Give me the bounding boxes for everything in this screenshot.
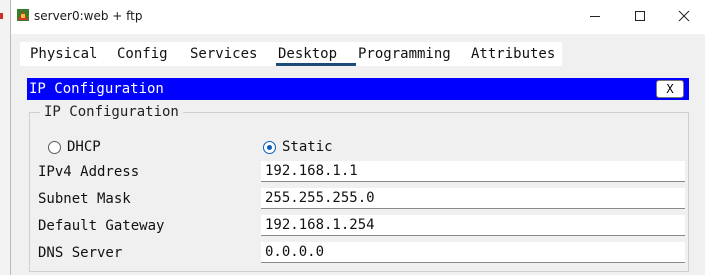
maximize-button[interactable] bbox=[617, 0, 662, 32]
background-app-marker bbox=[0, 13, 3, 19]
ip-config-header: IP Configuration X bbox=[27, 78, 689, 100]
minimize-button[interactable] bbox=[572, 0, 617, 32]
close-icon bbox=[678, 10, 689, 22]
active-tab-indicator bbox=[276, 63, 356, 66]
ipv4-label: IPv4 Address bbox=[38, 164, 140, 180]
title-bar[interactable]: server0:web + ftp bbox=[11, 0, 705, 34]
maximize-icon bbox=[634, 11, 645, 21]
ipv4-address-input[interactable] bbox=[261, 161, 685, 182]
ip-config-title: IP Configuration bbox=[29, 81, 164, 97]
minimize-icon bbox=[589, 16, 600, 17]
dhcp-option[interactable]: DHCP bbox=[48, 137, 101, 157]
subnet-mask-input[interactable] bbox=[261, 188, 685, 209]
static-label: Static bbox=[282, 139, 333, 155]
background-app-edge bbox=[0, 0, 10, 275]
subnet-label: Subnet Mask bbox=[38, 191, 131, 207]
device-window: server0:web + ftp Physical Config Servic… bbox=[10, 0, 705, 275]
close-ip-config-button[interactable]: X bbox=[656, 80, 684, 98]
dns-server-input[interactable] bbox=[261, 242, 685, 263]
desktop-content: IP Configuration X IP Configuration DHCP… bbox=[17, 68, 705, 275]
group-legend: IP Configuration bbox=[40, 104, 183, 120]
gateway-label: Default Gateway bbox=[38, 218, 165, 234]
tab-attributes[interactable]: Attributes bbox=[471, 42, 555, 66]
window-title: server0:web + ftp bbox=[34, 9, 143, 23]
dns-label: DNS Server bbox=[38, 245, 123, 261]
dhcp-label: DHCP bbox=[67, 139, 101, 155]
static-option[interactable]: Static bbox=[263, 137, 333, 157]
static-radio[interactable] bbox=[263, 140, 276, 154]
tab-physical[interactable]: Physical bbox=[30, 42, 97, 66]
close-window-button[interactable] bbox=[661, 0, 705, 32]
tab-services[interactable]: Services bbox=[190, 42, 257, 66]
tab-config[interactable]: Config bbox=[117, 42, 168, 66]
default-gateway-input[interactable] bbox=[261, 215, 685, 236]
dhcp-radio[interactable] bbox=[48, 140, 61, 154]
tab-programming[interactable]: Programming bbox=[358, 42, 451, 66]
packet-tracer-server-icon bbox=[17, 9, 29, 21]
tab-bar: Physical Config Services Desktop Program… bbox=[20, 42, 562, 66]
